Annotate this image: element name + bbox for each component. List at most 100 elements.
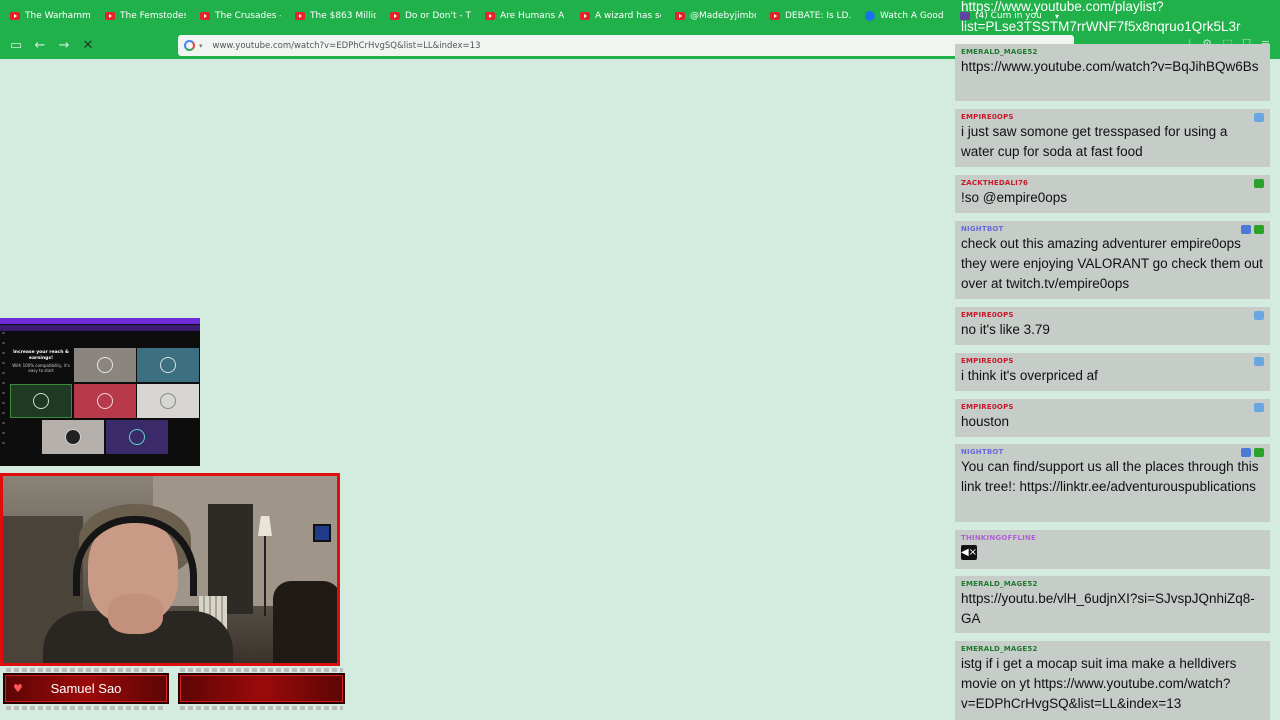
chat-message-text: https://youtu.be/vlH_6udjnXI?si=SJvspJQn…	[961, 591, 1255, 626]
streamer-name: Samuel Sao	[50, 681, 122, 696]
youtube-icon	[675, 12, 685, 20]
stop-loading-icon[interactable]: ✕	[76, 35, 100, 57]
chat-message: https://www.youtube.com/playlist?list=PL…	[955, 0, 1270, 40]
youtube-icon	[770, 12, 780, 20]
browser-tab[interactable]: DEBATE: Is LD.S	[764, 4, 857, 28]
chat-username: EMERALD_MAGE52	[961, 645, 1038, 653]
thumbnail-tile	[106, 420, 168, 454]
chat-username: EMPIRE0OPS	[961, 113, 1014, 121]
back-arrow-icon[interactable]: ←	[28, 35, 52, 57]
chat-username: EMPIRE0OPS	[961, 357, 1014, 365]
webcam-screen	[313, 524, 331, 542]
chat-message: NIGHTBOT You can find/support us all the…	[955, 444, 1270, 522]
chat-username: EMERALD_MAGE52	[961, 580, 1038, 588]
chat-message: THINKINGOFFLINE ◀×	[955, 530, 1270, 569]
subscriber-badge-icon	[1254, 357, 1264, 366]
browser-tab[interactable]: The $863 Millio	[289, 4, 382, 28]
chat-message-text: !so @empire0ops	[961, 190, 1068, 205]
youtube-icon	[485, 12, 495, 20]
thumbnail-tile	[74, 384, 136, 418]
chat-message-text: You can find/support us all the places t…	[961, 459, 1259, 494]
address-bar[interactable]: ▾ www.youtube.com/watch?v=EDPhCrHvgSQ&li…	[178, 35, 1074, 56]
subscriber-badge-icon	[1254, 403, 1264, 412]
chat-overlay: https://www.youtube.com/playlist?list=PL…	[955, 0, 1270, 720]
chat-badges	[1241, 448, 1264, 457]
webcam-feed	[0, 473, 340, 666]
chat-message: EMPIRE0OPS i think it's overpriced af	[955, 353, 1270, 391]
moderator-badge-icon	[1254, 179, 1264, 188]
webcam-chair	[273, 581, 337, 663]
chat-message: ZACKTHEDALI76 !so @empire0ops	[955, 175, 1270, 213]
browser-tab[interactable]: The Warhamme	[4, 4, 97, 28]
chat-message: EMERALD_MAGE52 https://www.youtube.com/w…	[955, 44, 1270, 101]
chat-username: THINKINGOFFLINE	[961, 534, 1036, 542]
moderator-badge-icon	[1254, 448, 1264, 457]
subscriber-badge-icon	[1254, 113, 1264, 122]
chat-message: EMPIRE0OPS i just saw somone get tresspa…	[955, 109, 1270, 167]
chat-badges	[1254, 311, 1264, 320]
chat-message-text: no it's like 3.79	[961, 322, 1050, 337]
youtube-icon	[10, 12, 20, 20]
browser-tab[interactable]: Are Humans A S	[479, 4, 572, 28]
thumbnail-tile	[137, 348, 199, 382]
chat-message-text: i think it's overpriced af	[961, 368, 1098, 383]
bot-badge-icon	[1241, 448, 1251, 457]
thumbnail-tile	[74, 348, 136, 382]
youtube-icon	[390, 12, 400, 20]
globe-icon	[865, 11, 875, 21]
chat-message: EMERALD_MAGE52 https://youtu.be/vlH_6udj…	[955, 576, 1270, 633]
promo-text: With 100% compatibility, it's easy to st…	[12, 362, 70, 374]
chain-decoration	[6, 668, 166, 672]
chat-message-text: https://www.youtube.com/watch?v=BqJihBQw…	[961, 59, 1259, 74]
secondary-nameplate	[178, 673, 345, 704]
chat-username: ZACKTHEDALI76	[961, 179, 1029, 187]
subscriber-badge-icon	[1254, 311, 1264, 320]
chat-badges	[1254, 357, 1264, 366]
chat-username: EMPIRE0OPS	[961, 311, 1014, 319]
streamer-nameplate: ♥ Samuel Sao	[3, 673, 169, 704]
chat-username: NIGHTBOT	[961, 225, 1004, 233]
forward-arrow-icon[interactable]: →	[52, 35, 76, 57]
url-text: www.youtube.com/watch?v=EDPhCrHvgSQ&list…	[212, 40, 481, 51]
sidebar-toggle-icon[interactable]: ▭	[4, 35, 28, 57]
chat-message-text: https://www.youtube.com/playlist?list=PL…	[961, 0, 1241, 34]
mute-emote-icon: ◀×	[960, 545, 978, 560]
chain-decoration	[180, 706, 343, 710]
chat-badges	[1254, 403, 1264, 412]
chat-username: NIGHTBOT	[961, 448, 1004, 456]
promo-title: Increase your reach & earnings!	[13, 350, 69, 362]
thumbnail-topbar	[0, 318, 200, 324]
thumbnail-sidebar	[2, 332, 5, 452]
thumbnail-tile	[137, 384, 199, 418]
chat-message-text: check out this amazing adventurer empire…	[961, 236, 1263, 291]
chat-badges	[1241, 225, 1264, 234]
chat-badges	[1254, 179, 1264, 188]
browser-tab[interactable]: The Crusades -	[194, 4, 287, 28]
chat-badges	[1254, 113, 1264, 122]
browser-tab[interactable]: Watch A Good I	[859, 4, 952, 28]
browser-tab[interactable]: @Madebyjimbo	[669, 4, 762, 28]
browser-tab[interactable]: A wizard has se	[574, 4, 667, 28]
chevron-down-icon[interactable]: ▾	[199, 42, 203, 50]
thumbnail-tile	[10, 384, 72, 418]
webcam-lamp-stand	[264, 536, 266, 616]
moderator-badge-icon	[1254, 225, 1264, 234]
chat-message-text: houston	[961, 414, 1010, 429]
chat-username: EMPIRE0OPS	[961, 403, 1014, 411]
browser-tab[interactable]: The Femstodes	[99, 4, 192, 28]
chat-message: EMERALD_MAGE52 istg if i get a mocap sui…	[955, 641, 1270, 720]
browser-tab[interactable]: Do or Don't - Ti	[384, 4, 477, 28]
thumbnail-header	[0, 325, 200, 331]
youtube-icon	[295, 12, 305, 20]
chat-message-text: i just saw somone get tresspased for usi…	[961, 124, 1228, 159]
chain-decoration	[6, 706, 166, 710]
streamer-hand	[108, 594, 163, 634]
bot-badge-icon	[1241, 225, 1251, 234]
google-search-icon	[184, 40, 195, 51]
youtube-icon	[580, 12, 590, 20]
youtube-icon	[105, 12, 115, 20]
heart-icon: ♥	[13, 682, 23, 695]
chat-message: EMPIRE0OPS houston	[955, 399, 1270, 437]
youtube-icon	[200, 12, 210, 20]
chain-decoration	[180, 668, 343, 672]
